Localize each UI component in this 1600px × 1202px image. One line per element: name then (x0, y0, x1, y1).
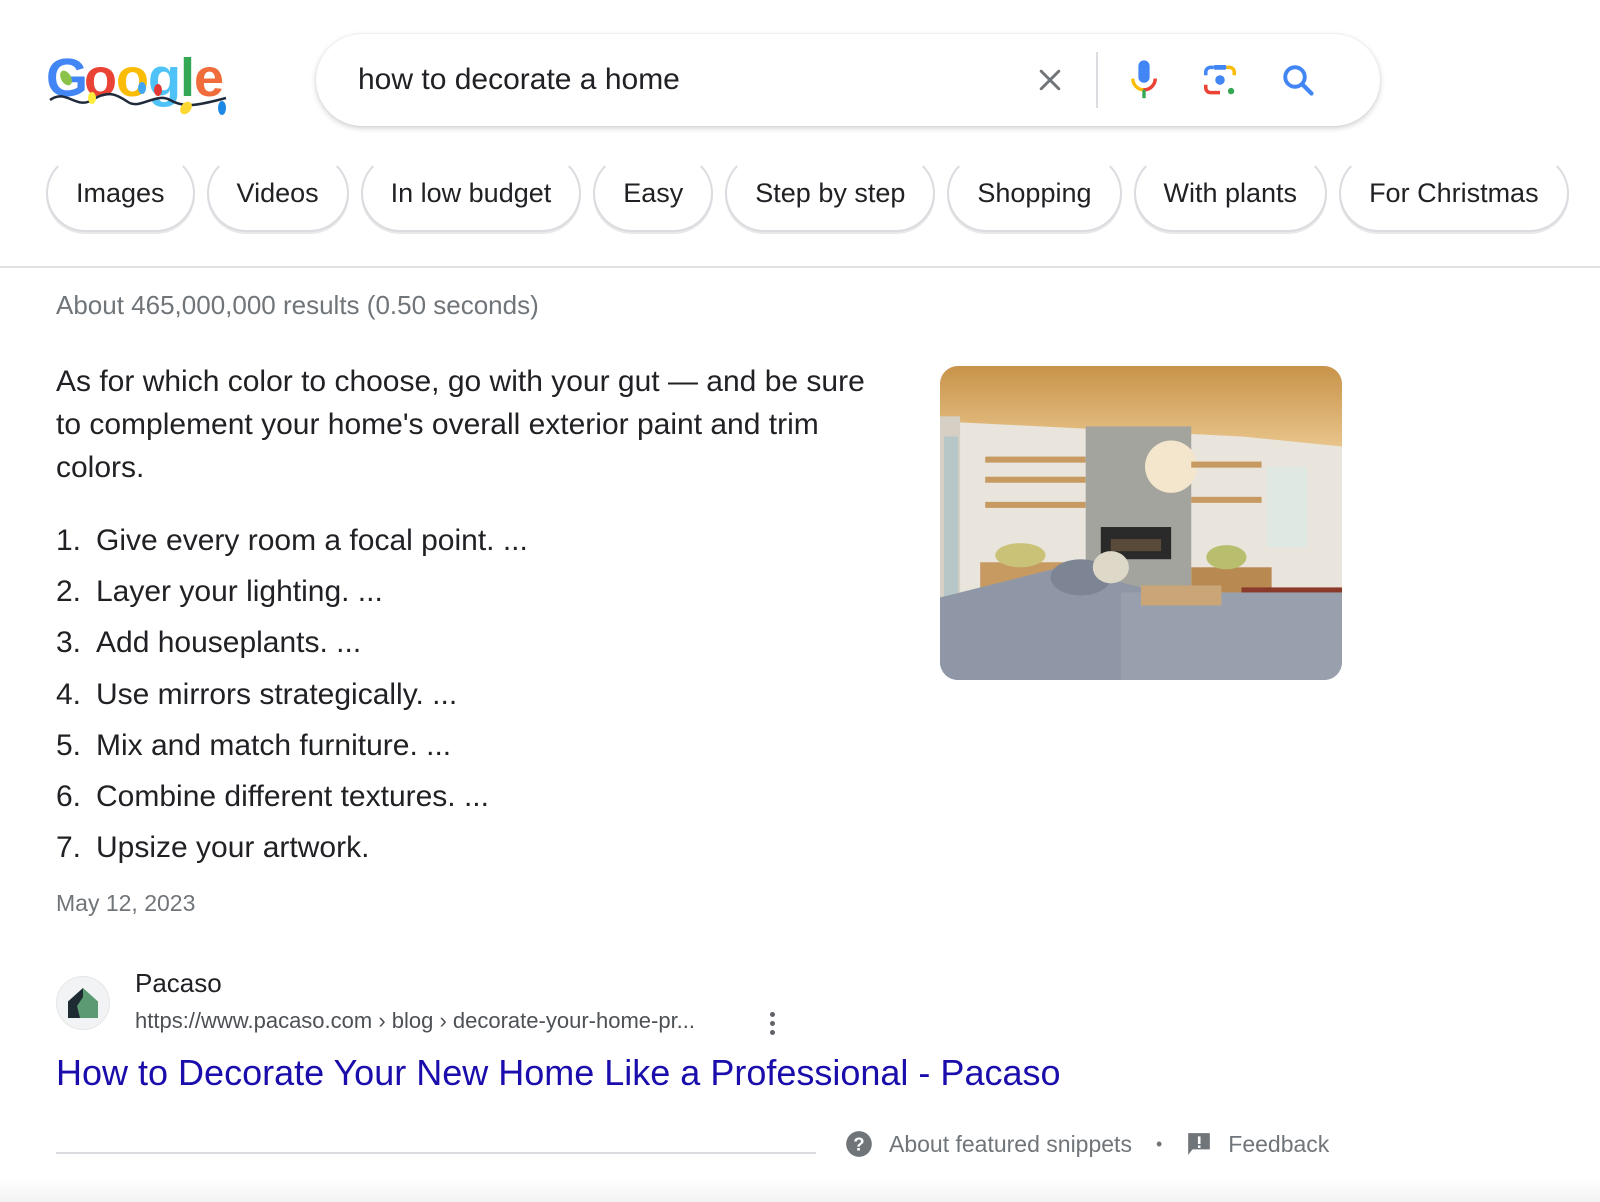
magnifier-icon (1283, 65, 1314, 96)
google-logo[interactable]: G o o g l e (46, 48, 230, 118)
search-input[interactable] (358, 58, 998, 102)
chip-shopping[interactable]: Shopping (947, 154, 1122, 232)
search-by-image-button[interactable] (1198, 58, 1242, 102)
help-circle-icon: ? (846, 1131, 872, 1157)
source-url-breadcrumb[interactable]: https://www.pacaso.com › blog › decorate… (135, 1008, 695, 1034)
step-item: 2. Layer your lighting. ... (56, 575, 383, 609)
featured-snippet-steps: 1. Give every room a focal point. ... 2. L… (56, 515, 528, 873)
chip-in-low-budget[interactable]: In low budget (360, 154, 582, 232)
feedback-label: Feedback (1228, 1130, 1330, 1157)
site-favicon[interactable] (56, 976, 110, 1030)
more-vert-icon-dot (769, 1020, 775, 1026)
about-featured-snippets-link[interactable]: ? About featured snippets (845, 1130, 1132, 1158)
more-vert-icon-dot (769, 1029, 775, 1035)
voice-search-button[interactable] (1122, 58, 1166, 102)
feedback-link[interactable]: Feedback (1186, 1131, 1329, 1158)
featured-snippet-image[interactable] (940, 366, 1342, 680)
svg-text:?: ? (853, 1133, 864, 1154)
chip-with-plants[interactable]: With plants (1133, 154, 1328, 232)
header-divider (0, 266, 1600, 268)
pacaso-house-icon (68, 988, 98, 1018)
microphone-icon (1131, 60, 1157, 99)
chip-easy[interactable]: Easy (593, 154, 714, 232)
living-room-photo-icon (940, 366, 1342, 680)
step-item: 6. Combine different textures. ... (56, 779, 489, 813)
search-button[interactable] (1276, 58, 1320, 102)
about-featured-snippets-label: About featured snippets (889, 1130, 1132, 1157)
chip-videos[interactable]: Videos (206, 154, 349, 232)
step-item: 1. Give every room a focal point. ... (56, 524, 528, 557)
chip-for-christmas[interactable]: For Christmas (1339, 154, 1569, 232)
step-item: 3. Add houseplants. ... (56, 626, 362, 660)
feedback-icon (1188, 1133, 1211, 1155)
step-item: 4. Use mirrors strategically. ... (56, 677, 458, 711)
more-vert-icon (769, 1011, 775, 1017)
refinement-chips: Images Videos In low budget Easy Step by… (46, 154, 1569, 232)
step-item: 5. Mix and match furniture. ... (56, 728, 452, 762)
svg-text:l: l (180, 48, 195, 108)
snippet-footer: ? About featured snippets • Feedback (845, 1130, 1329, 1158)
more-options-button[interactable] (760, 1005, 784, 1041)
page-bottom-shadow (0, 1180, 1600, 1202)
featured-snippet-text: As for which color to choose, go with yo… (56, 365, 865, 484)
footer-divider (56, 1152, 816, 1154)
clear-search-button[interactable] (1028, 58, 1072, 102)
camera-lens-icon (1204, 64, 1236, 95)
chip-images[interactable]: Images (46, 154, 195, 232)
google-doodle-logo-icon: G o o g l e (46, 48, 227, 115)
step-item: 7. Upsize your artwork. (56, 831, 370, 865)
footer-separator: • (1155, 1133, 1163, 1154)
source-site-name[interactable]: Pacaso (135, 968, 222, 999)
result-title-link[interactable]: How to Decorate Your New Home Like a Pro… (56, 1052, 1061, 1094)
result-stats: About 465,000,000 results (0.50 seconds) (56, 290, 539, 320)
chip-step-by-step[interactable]: Step by step (725, 154, 936, 232)
search-box-divider (1096, 52, 1098, 108)
snippet-date: May 12, 2023 (56, 890, 196, 916)
search-box (316, 34, 1380, 126)
close-icon (1039, 69, 1061, 91)
